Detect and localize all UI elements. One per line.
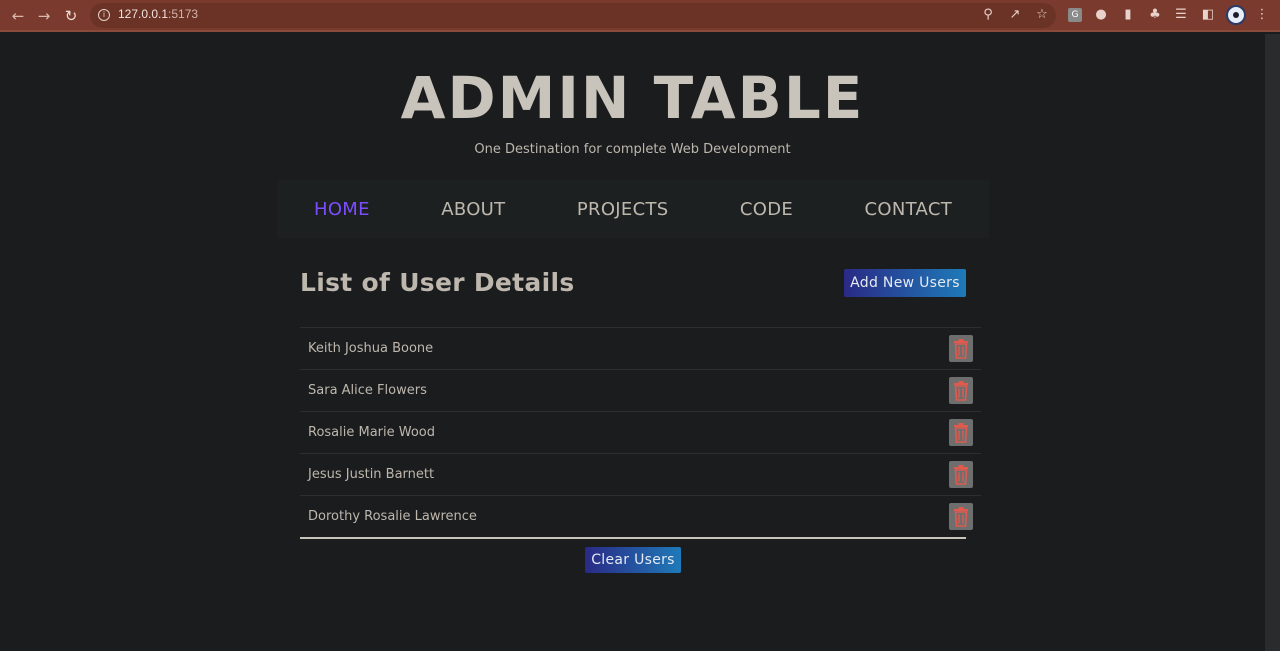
user-name: Rosalie Marie Wood [308,425,436,440]
user-name: Jesus Justin Barnett [308,467,435,482]
trash-icon [954,422,968,443]
url-text[interactable]: 127.0.0.1:5173 [118,7,198,21]
delete-user-button[interactable] [949,335,973,362]
zoom-icon[interactable]: ⚲ [980,7,996,23]
forward-arrow-icon[interactable]: → [35,7,53,25]
delete-user-button[interactable] [949,461,973,488]
user-name: Keith Joshua Boone [308,341,434,356]
nav-item-code[interactable]: CODE [740,199,793,220]
browser-toolbar: ← → ↻ i 127.0.0.1:5173 ⚲ ↗ ☆ G ● ▮ ♣ ☰ ◧… [0,0,1280,32]
nav-item-home[interactable]: HOME [314,199,370,220]
user-name: Dorothy Rosalie Lawrence [308,509,477,524]
delete-user-button[interactable] [949,503,973,530]
extension-g-icon[interactable]: G [1068,8,1082,22]
list-divider [300,537,966,539]
delete-user-button[interactable] [949,377,973,404]
delete-user-button[interactable] [949,419,973,446]
media-control-icon[interactable]: ☰ [1173,7,1189,23]
reload-icon[interactable]: ↻ [62,7,80,25]
trash-icon [954,380,968,401]
page-scrollbar[interactable] [1265,34,1280,651]
kebab-menu-icon[interactable]: ⋮ [1254,7,1270,23]
list-item: Jesus Justin Barnett [300,453,981,495]
user-list: Keith Joshua Boone Sara Alice Flowers Ro… [300,327,981,539]
extension-cup-icon[interactable]: ▮ [1120,7,1136,23]
trash-icon [954,506,968,527]
nav-item-contact[interactable]: CONTACT [865,199,952,220]
side-panel-icon[interactable]: ◧ [1200,7,1216,23]
user-list-heading: List of User Details [300,268,575,297]
page-subtitle: One Destination for complete Web Develop… [474,142,791,157]
trash-icon [954,338,968,359]
nav-item-projects[interactable]: PROJECTS [577,199,669,220]
extensions-puzzle-icon[interactable]: ♣ [1147,7,1163,23]
list-item: Sara Alice Flowers [300,369,981,411]
share-icon[interactable]: ↗ [1007,7,1023,23]
extension-icon[interactable]: ● [1093,7,1109,23]
back-arrow-icon[interactable]: ← [9,7,27,25]
profile-avatar[interactable] [1226,5,1246,25]
site-info-icon[interactable]: i [98,9,110,21]
list-item: Rosalie Marie Wood [300,411,981,453]
page-content: ADMIN TABLE One Destination for complete… [0,34,1265,651]
list-item: Keith Joshua Boone [300,327,981,369]
page-title: ADMIN TABLE [400,64,865,132]
user-name: Sara Alice Flowers [308,383,427,398]
add-new-users-button[interactable]: Add New Users [844,269,966,297]
list-item: Dorothy Rosalie Lawrence [300,495,981,537]
clear-users-button[interactable]: Clear Users [585,547,681,573]
address-bar[interactable] [90,3,1056,28]
main-nav: HOME ABOUT PROJECTS CODE CONTACT [277,180,989,238]
trash-icon [954,464,968,485]
bookmark-star-icon[interactable]: ☆ [1034,7,1050,23]
nav-item-about[interactable]: ABOUT [441,199,505,220]
